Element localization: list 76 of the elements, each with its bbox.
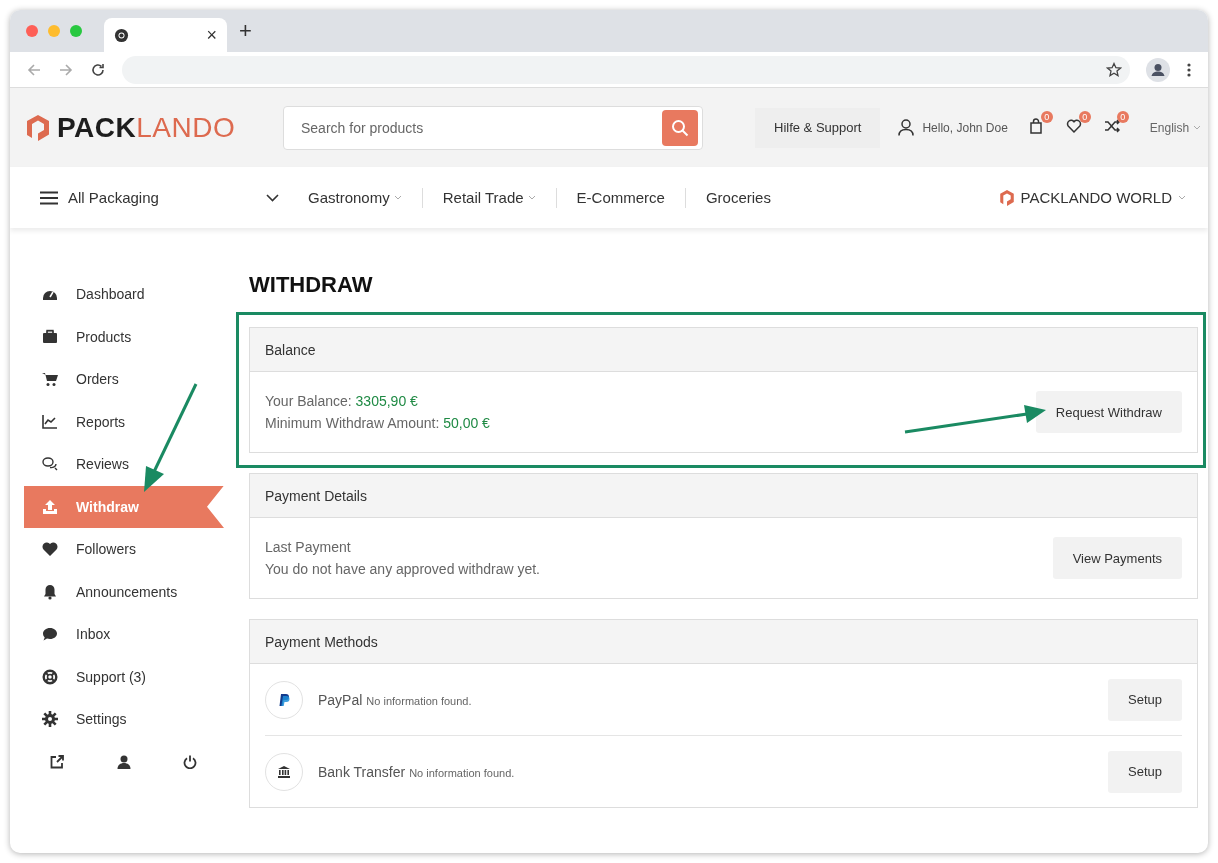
empty-message: You do not have any approved withdraw yet. [265, 561, 540, 577]
language-selector[interactable]: English [1149, 120, 1190, 135]
search-icon [671, 118, 689, 137]
card-header: Payment Details [250, 474, 1197, 518]
sidebar-item[interactable]: Inbox [24, 613, 224, 656]
new-tab-button[interactable]: + [239, 18, 252, 44]
upload-icon [42, 498, 58, 515]
count-badge: 0 [1116, 110, 1129, 123]
speech-bubble-icon [42, 626, 58, 643]
reload-icon[interactable] [90, 61, 106, 78]
setup-button[interactable]: Setup [1108, 750, 1182, 793]
world-menu[interactable]: PACKLANDO WORLD [1020, 189, 1172, 206]
page-title: WITHDRAW [249, 273, 374, 297]
method-name: PayPal [318, 691, 363, 708]
heart-icon [42, 541, 58, 558]
category-link[interactable]: E-Commerce [576, 189, 665, 206]
balance-line: Minimum Withdraw Amount: 50,00 € [265, 415, 490, 431]
heart-icon[interactable] [1065, 117, 1082, 134]
bell-icon [42, 583, 58, 600]
category-link[interactable]: Retail Trade [442, 189, 524, 206]
chevron-down-icon[interactable] [266, 193, 279, 202]
profile-icon[interactable] [1146, 57, 1170, 82]
search-bar[interactable]: Search for products [283, 105, 703, 150]
category-link[interactable]: Groceries [705, 189, 771, 206]
view-payments-button[interactable]: View Payments [1052, 537, 1182, 579]
user-icon[interactable] [116, 754, 131, 769]
category-link[interactable]: Gastronomy [308, 189, 390, 206]
search-field[interactable]: Search for products [299, 118, 662, 137]
all-packaging-menu[interactable]: All Packaging [68, 189, 159, 206]
method-name: Bank Transfer [318, 763, 406, 780]
card-header: Balance [250, 328, 1197, 372]
power-icon[interactable] [183, 754, 197, 769]
sidebar-item[interactable]: Products [24, 315, 224, 358]
sidebar-item[interactable]: Reviews [24, 443, 224, 486]
greeting-link[interactable]: Hello, John Doe [922, 120, 1008, 135]
logo-wordmark[interactable]: PACKLANDO [57, 111, 236, 144]
caret-icon [527, 195, 536, 200]
sidebar-item[interactable]: Reports [24, 400, 224, 443]
balance-line: Your Balance: 3305,90 € [265, 393, 419, 409]
lifebuoy-icon [42, 668, 58, 685]
request-withdraw-button[interactable]: Request Withdraw [1035, 391, 1182, 433]
browser-tab[interactable]: × [104, 18, 227, 52]
chart-icon [42, 413, 58, 430]
star-icon[interactable] [1106, 61, 1122, 78]
setup-button[interactable]: Setup [1108, 678, 1182, 721]
browser-logo-icon [114, 27, 129, 43]
shuffle-icon[interactable] [1103, 117, 1120, 134]
count-badge: 0 [1078, 110, 1091, 123]
close-tab-button[interactable]: × [206, 24, 217, 46]
search-button[interactable] [662, 109, 698, 146]
count-badge: 0 [1040, 110, 1053, 123]
user-icon[interactable] [898, 119, 915, 136]
caret-icon [1193, 125, 1202, 130]
method-status: No information found. [409, 766, 515, 779]
logo-icon [25, 113, 51, 142]
card-header: Payment Methods [250, 620, 1197, 664]
sidebar-item[interactable]: Followers [24, 528, 224, 571]
gear-icon [42, 711, 58, 728]
sidebar-item[interactable]: Support (3) [24, 655, 224, 698]
method-status: No information found. [366, 694, 472, 707]
logo-icon [998, 188, 1015, 207]
help-support-button[interactable]: Hilfe & Support [755, 107, 881, 148]
sidebar-item[interactable]: Orders [24, 358, 224, 401]
more-icon[interactable] [1186, 61, 1192, 78]
briefcase-icon [42, 328, 58, 345]
sidebar-item[interactable]: Settings [24, 698, 224, 741]
bag-icon[interactable] [1027, 117, 1044, 134]
external-link-icon[interactable] [50, 754, 64, 769]
chat-icon [42, 456, 58, 473]
last-payment-label: Last Payment [265, 539, 352, 555]
sidebar-item[interactable]: Dashboard [24, 273, 224, 316]
caret-icon [393, 195, 402, 200]
sidebar-item[interactable]: Announcements [24, 570, 224, 613]
caret-icon [1178, 195, 1186, 200]
menu-icon[interactable] [40, 190, 58, 205]
cart-icon [42, 371, 58, 388]
